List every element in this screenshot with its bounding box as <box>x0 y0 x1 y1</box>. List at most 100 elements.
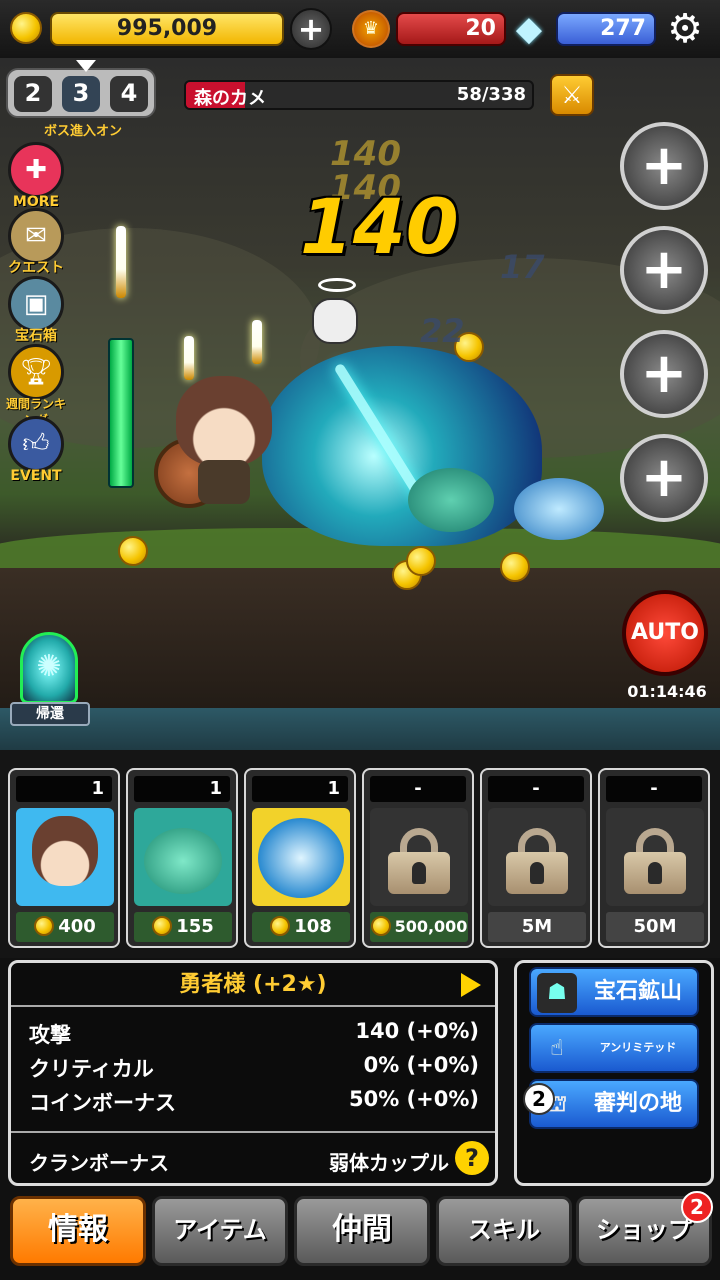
sword-skill-button[interactable]: ⚔ <box>550 74 594 116</box>
trophy-icon: 🏆︎ <box>8 344 64 400</box>
judgment-land-button[interactable]: 2 ⛫ 審判の地 <box>523 1079 699 1129</box>
cliff <box>0 568 720 708</box>
coin-icon <box>152 916 173 936</box>
hero-slot-1[interactable]: 1 400 <box>8 768 120 948</box>
slot-level: 1 <box>16 776 112 802</box>
coin-icon <box>270 916 291 936</box>
play-arrow-icon[interactable] <box>461 973 481 997</box>
unlock-cost[interactable]: 5M <box>488 912 586 942</box>
coin-drop-icon[interactable] <box>118 536 148 566</box>
battle-scene[interactable]: 2 3 4 ボス進入オン 森のカメ 58/338 ⚔ ✚ MORE ✉ クエスト… <box>0 58 720 750</box>
gear-icon[interactable]: ⚙ <box>662 6 708 52</box>
coin-icon <box>34 916 55 936</box>
ally-damage-number: 17 <box>500 248 545 286</box>
hero-head <box>176 376 272 466</box>
stage-prev[interactable]: 2 <box>14 76 52 112</box>
event-button[interactable]: 👍︎ EVENT <box>4 416 68 484</box>
clan-bonus-label: クランボーナス <box>29 1151 169 1175</box>
unlock-cost[interactable]: 50M <box>606 912 704 942</box>
stage-pointer-icon <box>76 60 96 72</box>
stat-label: クリティカル <box>29 1057 154 1081</box>
ally-slot-4[interactable]: + <box>620 434 708 522</box>
green-sword-icon <box>108 338 134 488</box>
ally-slot-2[interactable]: + <box>620 226 708 314</box>
hero-slot-4-locked[interactable]: - 500,000 <box>362 768 474 948</box>
water <box>0 708 720 750</box>
tab-items[interactable]: アイテム <box>152 1196 288 1266</box>
auto-button[interactable]: AUTO <box>622 590 708 676</box>
diamond-icon: ◆ <box>515 9 543 49</box>
enemy-hp-bar: 森のカメ 58/338 <box>184 80 534 110</box>
coin-icon <box>370 916 391 936</box>
stage-selector[interactable]: 2 3 4 <box>6 60 156 118</box>
coin-drop-icon[interactable] <box>406 546 436 576</box>
damage-number: 140 <box>300 182 459 271</box>
return-stone-icon: ✺ <box>20 632 78 704</box>
mine-icon: ☗ <box>537 973 577 1013</box>
thumbs-up-icon: 👍︎ <box>8 416 64 472</box>
blue-whale-portrait <box>252 808 350 906</box>
tab-shop[interactable]: ショップ 2 <box>576 1191 713 1266</box>
lock-icon <box>606 808 704 906</box>
more-button[interactable]: ✚ MORE <box>4 142 68 210</box>
boss-entry-label[interactable]: ボス進入オン <box>28 120 138 139</box>
hero-slot-5-locked[interactable]: - 5M <box>480 768 592 948</box>
quest-label: クエスト <box>8 260 64 276</box>
stat-value: 0% (+0%) <box>363 1053 479 1077</box>
tab-companions[interactable]: 仲間 <box>294 1196 430 1266</box>
lock-icon <box>488 808 586 906</box>
stage-current[interactable]: 3 <box>62 76 100 112</box>
gold-coin-icon <box>10 12 42 44</box>
lock-icon <box>370 808 468 906</box>
unlock-cost[interactable]: 500,000 <box>370 912 468 942</box>
ally-slot-1[interactable]: + <box>620 122 708 210</box>
treasure-chest-icon: ▣ <box>8 276 64 332</box>
enemy-hp-text: 58/338 <box>456 84 526 105</box>
gold-amount: 995,009 <box>50 12 284 46</box>
judgment-count-badge: 2 <box>523 1083 555 1115</box>
green-dino-portrait <box>134 808 232 906</box>
gem-mine-label: 宝石鉱山 <box>593 979 682 1004</box>
quest-button[interactable]: ✉ クエスト <box>4 208 68 276</box>
tap-hand-icon: ☝ <box>550 1036 564 1061</box>
gem-amount: 277 <box>556 12 656 46</box>
hero-info-panel: 勇者様 (+2★) 攻撃 140 (+0%) クリティカル 0% (+0%) コ… <box>8 960 498 1186</box>
unlimited-button[interactable]: ☝ アンリミテッド <box>529 1023 699 1073</box>
flying-sword-icon <box>252 320 262 364</box>
help-icon[interactable]: ? <box>455 1141 489 1175</box>
upgrade-cost[interactable]: 108 <box>252 912 350 942</box>
tab-skills[interactable]: スキル <box>436 1196 572 1266</box>
upgrade-cost[interactable]: 400 <box>16 912 114 942</box>
hero-title[interactable]: 勇者様 (+2★) <box>11 963 495 1007</box>
gem-box-button[interactable]: ▣ 宝石箱 <box>4 276 68 344</box>
upgrade-cost[interactable]: 155 <box>134 912 232 942</box>
gem-box-label: 宝石箱 <box>15 328 57 344</box>
gem-mine-button[interactable]: ☗ 宝石鉱山 <box>529 967 699 1017</box>
stage-next[interactable]: 4 <box>110 76 148 112</box>
stat-value: 140 (+0%) <box>355 1019 479 1043</box>
crown-icon: ♛ <box>352 10 390 48</box>
ally-damage-number: 22 <box>420 312 465 350</box>
green-dino-ally <box>408 468 494 532</box>
hero-boy-portrait <box>16 808 114 906</box>
hero-slot-2[interactable]: 1 155 <box>126 768 238 948</box>
hero-slot-6-locked[interactable]: - 50M <box>598 768 710 948</box>
quest-scroll-icon: ✉ <box>8 208 64 264</box>
enemy-name: 森のカメ <box>194 88 266 109</box>
return-button[interactable]: ✺ 帰還 <box>6 632 92 728</box>
shop-notification-badge: 2 <box>681 1191 713 1223</box>
return-label: 帰還 <box>10 702 90 726</box>
blue-whale-ally <box>514 478 604 540</box>
tab-info[interactable]: 情報 <box>10 1196 146 1266</box>
shortcut-panel: ☗ 宝石鉱山 ☝ アンリミテッド 2 ⛫ 審判の地 <box>514 960 714 1186</box>
stat-label: コインボーナス <box>29 1091 176 1115</box>
hero-slot-3[interactable]: 1 108 <box>244 768 356 948</box>
ally-slot-3[interactable]: + <box>620 330 708 418</box>
slot-level: - <box>606 776 702 802</box>
coin-drop-icon[interactable] <box>500 552 530 582</box>
bottom-tabs: 情報 アイテム 仲間 スキル ショップ 2 <box>0 1190 720 1280</box>
skull-icon <box>312 298 358 344</box>
slot-level: 1 <box>134 776 230 802</box>
flying-sword-icon <box>184 336 194 380</box>
add-gold-button[interactable]: + <box>290 8 332 50</box>
